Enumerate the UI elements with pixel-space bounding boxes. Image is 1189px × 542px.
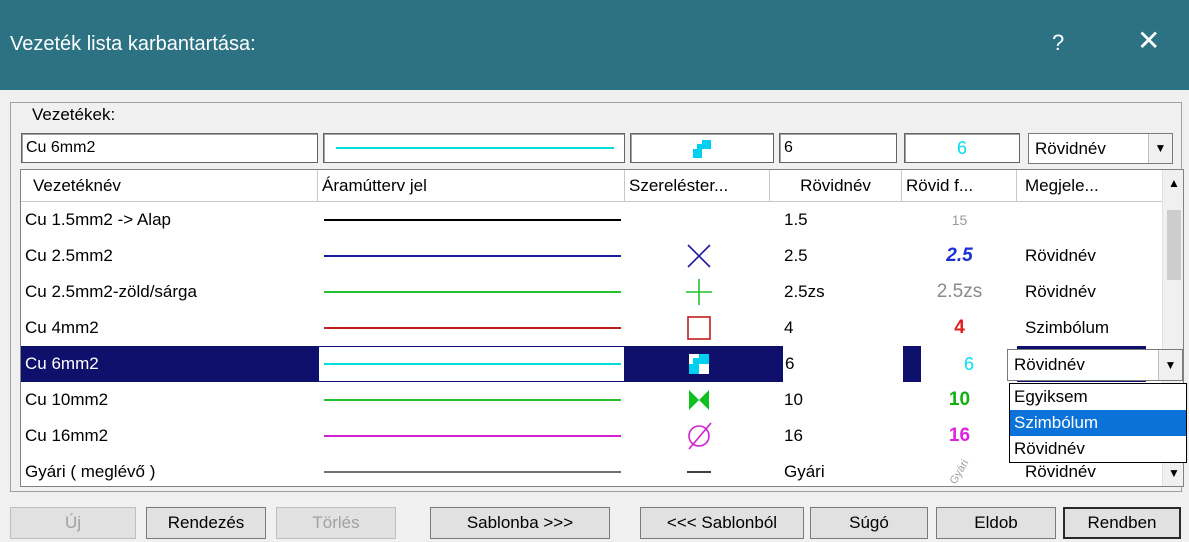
row-line-sample: [324, 435, 621, 437]
square-icon: [687, 316, 711, 340]
delete-button[interactable]: Törlés: [276, 507, 396, 539]
dropdown-option-symbol[interactable]: Szimbólum: [1010, 410, 1186, 436]
dash-icon: [687, 471, 711, 473]
row-name: Gyári ( meglévő ): [25, 462, 156, 481]
dialog-client: Vezetékek: Cu 6mm2 6 6 Rövidnév ▼ Vezeté…: [0, 90, 1189, 542]
column-header-display[interactable]: Megjele...: [1017, 170, 1163, 202]
short-font-preview[interactable]: 6: [904, 133, 1020, 163]
dropdown-option-shortname[interactable]: Rövidnév: [1010, 436, 1186, 462]
to-template-button[interactable]: Sablonba >>>: [430, 507, 610, 539]
column-header-install-symbol[interactable]: Szereléster...: [625, 170, 770, 202]
cross-icon: [687, 244, 711, 268]
scrollbar-thumb[interactable]: [1167, 210, 1181, 280]
row-preview: 10: [948, 389, 971, 410]
row-short: 4: [784, 318, 794, 337]
table-row-selected[interactable]: Cu 6mm2 6 6: [21, 346, 1146, 382]
sort-button[interactable]: Rendezés: [146, 507, 266, 539]
scroll-up-icon[interactable]: ▲: [1168, 176, 1180, 190]
discard-button[interactable]: Eldob: [936, 507, 1056, 539]
line-preview: [336, 147, 614, 149]
close-icon[interactable]: ✕: [1137, 27, 1160, 55]
chevron-down-icon[interactable]: ▼: [1158, 350, 1182, 380]
row-preview: 2.5: [946, 245, 973, 266]
display-mode-select[interactable]: Rövidnév ▼: [1028, 133, 1173, 164]
table-row[interactable]: Cu 2.5mm2-zöld/sárga 2.5zs 2.5zs Rövidné…: [21, 274, 1146, 310]
ok-button[interactable]: Rendben: [1063, 507, 1181, 539]
row-name: Cu 10mm2: [25, 390, 109, 409]
row-preview: 15: [951, 212, 968, 228]
column-header-name[interactable]: Vezetéknév: [21, 170, 318, 202]
wire-name-input[interactable]: Cu 6mm2: [21, 133, 318, 163]
row-name: Cu 16mm2: [25, 426, 109, 445]
title-bar: Vezeték lista karbantartása: ? ✕: [0, 0, 1189, 90]
chevron-down-icon[interactable]: ▼: [1148, 134, 1172, 163]
row-short: 2.5zs: [784, 282, 825, 301]
row-name: Cu 6mm2: [25, 354, 99, 373]
window-title: Vezeték lista karbantartása:: [10, 33, 256, 55]
group-label: Vezetékek:: [29, 105, 119, 125]
row-line-sample: [324, 219, 621, 221]
help-icon[interactable]: ?: [1052, 30, 1064, 56]
dropdown-option-none[interactable]: Egyiksem: [1010, 384, 1186, 410]
row-short: Gyári: [784, 462, 825, 481]
scroll-down-icon[interactable]: ▼: [1168, 466, 1180, 480]
row-line-sample: [324, 471, 621, 473]
row-name: Cu 4mm2: [25, 318, 99, 337]
table-row[interactable]: Cu 2.5mm2 2.5 2.5 Rövidnév: [21, 238, 1146, 274]
row-display: Rövidnév: [1025, 246, 1096, 265]
column-header-circuit-symbol[interactable]: Áramútterv jel: [318, 170, 625, 202]
row-line-sample: [324, 327, 621, 329]
row-name: Cu 1.5mm2 -> Alap: [25, 210, 171, 229]
row-display: Szimbólum: [1025, 318, 1110, 337]
row-display-value: Rövidnév: [1014, 355, 1085, 374]
display-mode-dropdown[interactable]: Egyiksem Szimbólum Rövidnév: [1009, 383, 1187, 463]
table-header: Vezetéknév Áramútterv jel Szereléster...…: [21, 170, 1163, 202]
row-short: 2.5: [784, 246, 808, 265]
column-header-short-font[interactable]: Rövid f...: [902, 170, 1017, 202]
row-name: Cu 2.5mm2-zöld/sárga: [25, 282, 197, 301]
row-display: Rövidnév: [1025, 282, 1096, 301]
row-preview: 2.5zs: [936, 281, 983, 302]
line-style-field[interactable]: [323, 133, 625, 163]
from-template-button[interactable]: <<< Sablonból: [640, 507, 804, 539]
row-short: 10: [784, 390, 803, 409]
display-mode-value: Rövidnév: [1035, 139, 1106, 158]
row-preview: 4: [954, 317, 965, 338]
checker-icon: [689, 354, 709, 374]
row-line-sample: [324, 255, 621, 257]
short-name-input[interactable]: 6: [779, 133, 897, 163]
column-header-short-name[interactable]: Rövidnév: [770, 170, 902, 202]
table-row[interactable]: Cu 4mm2 4 4 Szimbólum: [21, 310, 1146, 346]
row-preview: 6: [921, 346, 1017, 382]
row-short[interactable]: 6: [783, 346, 903, 382]
bowtie-icon: [689, 390, 709, 410]
row-line-sample: [324, 399, 621, 401]
plus-icon: [686, 279, 712, 305]
row-line-sample: [324, 291, 621, 293]
row-short: 1.5: [784, 210, 808, 229]
table-row[interactable]: Gyári ( meglévő ) Gyári Gyári Rövidnév: [21, 454, 1146, 486]
table-row[interactable]: Cu 1.5mm2 -> Alap 1.5 15: [21, 202, 1146, 238]
new-button[interactable]: Új: [10, 507, 136, 539]
row-name: Cu 2.5mm2: [25, 246, 113, 265]
symbol-field[interactable]: [630, 133, 774, 163]
row-line-sample: [318, 346, 625, 382]
help-button[interactable]: Súgó: [810, 507, 928, 539]
diameter-icon: [688, 422, 712, 450]
row-display-select[interactable]: Rövidnév ▼: [1007, 349, 1183, 381]
table-row[interactable]: Cu 10mm2 10 10: [21, 382, 1146, 418]
checker-icon: [693, 140, 711, 158]
row-short: 16: [784, 426, 803, 445]
